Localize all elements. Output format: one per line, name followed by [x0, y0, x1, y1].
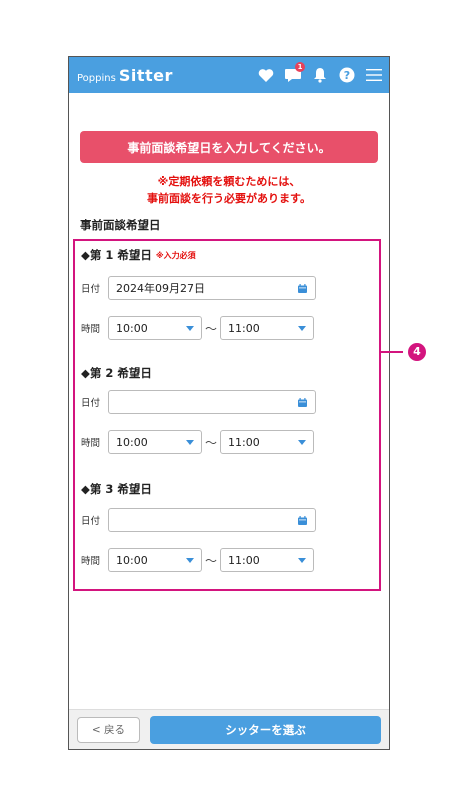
start-time-value: 10:00 [116, 435, 148, 449]
section-title: 事前面談希望日 [80, 218, 161, 232]
callout-line [380, 351, 403, 353]
date-input-3[interactable] [108, 508, 316, 532]
alert-banner: 事前面談希望日を入力してください。 [80, 131, 378, 163]
chevron-down-icon [186, 558, 194, 563]
date-input-1[interactable]: 2024年09月27日 [108, 276, 316, 300]
end-time-value: 11:00 [228, 435, 260, 449]
time-label: 時間 [81, 324, 101, 335]
start-time-select-2[interactable]: 10:00 [108, 430, 202, 454]
end-time-select-1[interactable]: 11:00 [220, 316, 314, 340]
end-time-value: 11:00 [228, 553, 260, 567]
choice-title: ◆第 1 希望日 [81, 248, 152, 262]
chat-icon[interactable]: 1 [284, 62, 305, 84]
bell-icon[interactable] [311, 66, 329, 84]
time-label: 時間 [81, 556, 101, 567]
calendar-icon [298, 284, 307, 293]
choice-block-1: ◆第 1 希望日 ※入力必須 日付 2024年09月27日 時間 10:00 〜… [81, 247, 377, 340]
end-time-select-2[interactable]: 11:00 [220, 430, 314, 454]
calendar-icon [298, 398, 307, 407]
app-header: Poppins Sitter 1 ? [69, 57, 389, 93]
logo-small-text: Poppins [77, 72, 116, 84]
help-icon[interactable]: ? [338, 66, 356, 84]
required-label: ※入力必須 [155, 250, 196, 260]
date-input-2[interactable] [108, 390, 316, 414]
phone-frame: Poppins Sitter 1 ? 事前面談希望日を入力してください。 ※定期… [68, 56, 390, 750]
chevron-down-icon [186, 440, 194, 445]
notice-line-2: 事前面談を行う必要があります。 [147, 192, 311, 205]
range-separator: 〜 [204, 553, 217, 568]
range-separator: 〜 [204, 435, 217, 450]
notice-line-1: ※定期依頼を頼むためには、 [157, 175, 301, 188]
chevron-down-icon [186, 326, 194, 331]
start-time-value: 10:00 [116, 553, 148, 567]
select-sitter-button[interactable]: シッターを選ぶ [150, 715, 381, 744]
message-badge: 1 [295, 62, 305, 72]
app-logo[interactable]: Poppins Sitter [77, 66, 257, 85]
start-time-select-3[interactable]: 10:00 [108, 548, 202, 572]
chevron-down-icon [298, 440, 306, 445]
callout-number: 4 [408, 343, 426, 361]
date-value: 2024年09月27日 [116, 282, 205, 295]
notice-text: ※定期依頼を頼むためには、 事前面談を行う必要があります。 [80, 173, 378, 207]
svg-text:?: ? [344, 69, 350, 82]
menu-icon[interactable] [365, 66, 383, 84]
range-separator: 〜 [204, 321, 217, 336]
footer-bar: < 戻る シッターを選ぶ [69, 709, 389, 749]
date-label: 日付 [81, 284, 101, 295]
chevron-down-icon [298, 558, 306, 563]
choice-block-2: ◆第 2 希望日 日付 時間 10:00 〜 11:00 [81, 365, 377, 454]
end-time-select-3[interactable]: 11:00 [220, 548, 314, 572]
choice-title: ◆第 3 希望日 [81, 482, 152, 496]
chevron-down-icon [298, 326, 306, 331]
heart-icon[interactable] [257, 66, 275, 84]
start-time-select-1[interactable]: 10:00 [108, 316, 202, 340]
calendar-icon [298, 516, 307, 525]
choice-block-3: ◆第 3 希望日 日付 時間 10:00 〜 11:00 [81, 481, 377, 572]
logo-big-text: Sitter [118, 65, 173, 85]
end-time-value: 11:00 [228, 321, 260, 335]
back-button[interactable]: < 戻る [77, 716, 140, 743]
start-time-value: 10:00 [116, 321, 148, 335]
date-label: 日付 [81, 516, 101, 527]
date-form-highlight: ◆第 1 希望日 ※入力必須 日付 2024年09月27日 時間 10:00 〜… [73, 239, 381, 591]
date-label: 日付 [81, 398, 101, 409]
choice-title: ◆第 2 希望日 [81, 366, 152, 380]
time-label: 時間 [81, 438, 101, 449]
